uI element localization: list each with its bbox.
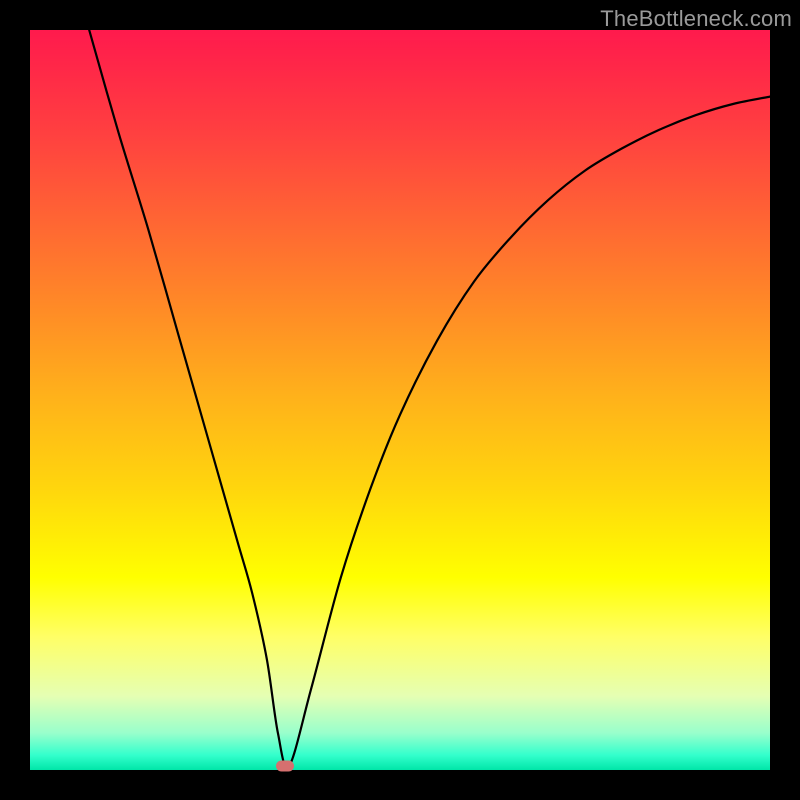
minimum-marker bbox=[276, 761, 294, 772]
watermark-text: TheBottleneck.com bbox=[600, 6, 792, 32]
bottleneck-curve bbox=[30, 30, 770, 770]
plot-area bbox=[30, 30, 770, 770]
chart-frame: TheBottleneck.com bbox=[0, 0, 800, 800]
